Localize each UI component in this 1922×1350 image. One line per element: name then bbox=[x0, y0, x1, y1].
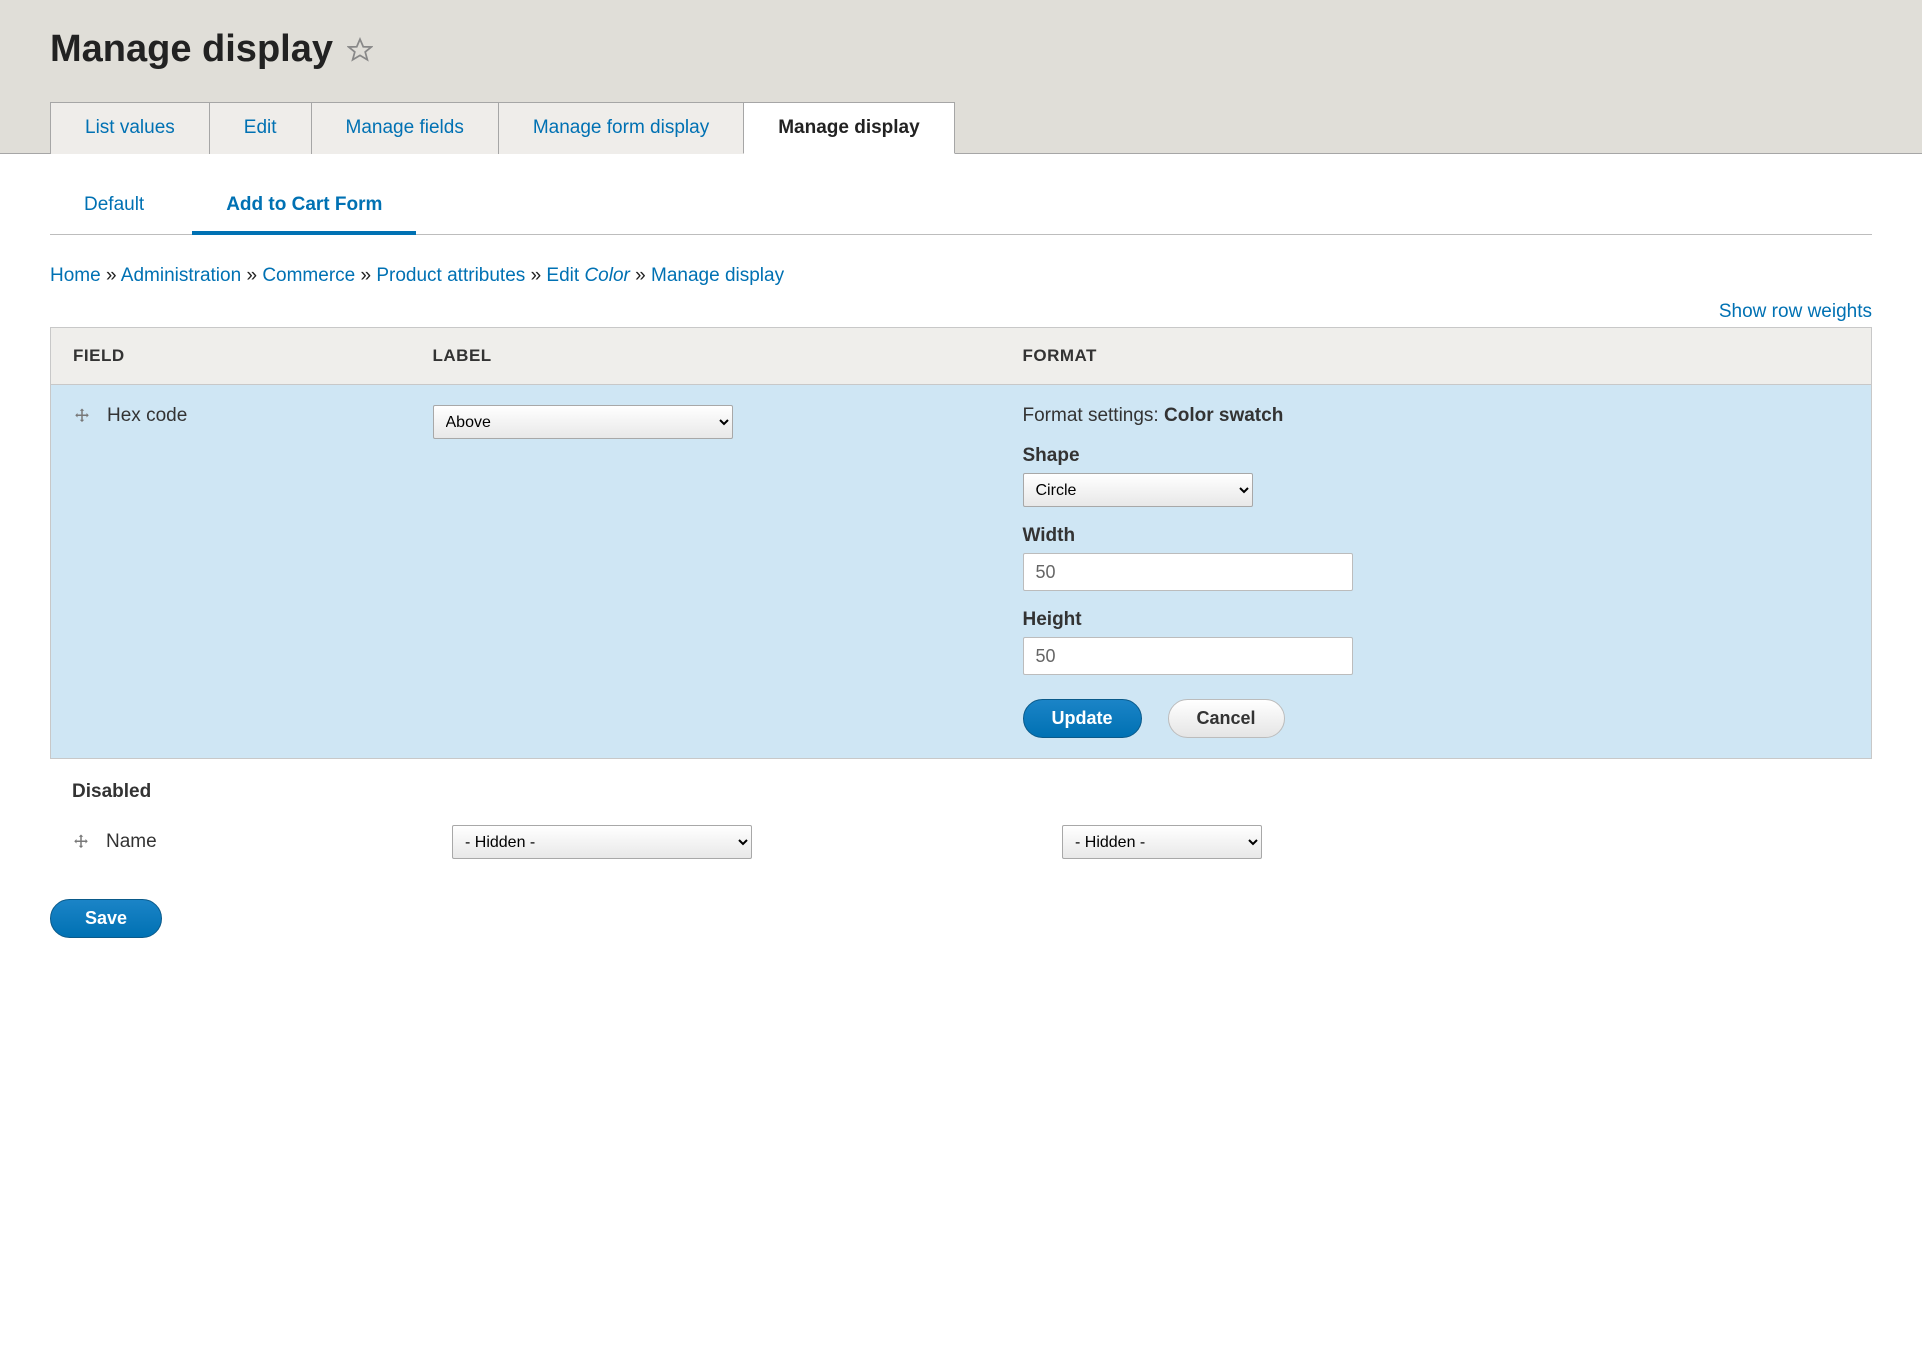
table-row-hex-code: Hex code Above Format settings: Color sw… bbox=[51, 385, 1872, 759]
crumb-home[interactable]: Home bbox=[50, 265, 101, 286]
subtab-default[interactable]: Default bbox=[50, 184, 178, 234]
cancel-button[interactable]: Cancel bbox=[1168, 699, 1285, 738]
height-label: Height bbox=[1023, 609, 1353, 631]
fields-table: FIELD LABEL FORMAT Hex code Above bbox=[50, 327, 1872, 759]
update-button[interactable]: Update bbox=[1023, 699, 1142, 738]
tab-list-values[interactable]: List values bbox=[50, 102, 210, 154]
breadcrumb: Home » Administration » Commerce » Produ… bbox=[50, 265, 1872, 287]
crumb-product-attributes[interactable]: Product attributes bbox=[376, 265, 525, 286]
format-settings-text: Format settings: Color swatch bbox=[1023, 405, 1353, 427]
tab-manage-display[interactable]: Manage display bbox=[743, 102, 955, 154]
height-input[interactable] bbox=[1023, 637, 1353, 675]
width-label: Width bbox=[1023, 525, 1353, 547]
crumb-manage-display[interactable]: Manage display bbox=[651, 265, 784, 286]
crumb-commerce[interactable]: Commerce bbox=[262, 265, 355, 286]
crumb-administration[interactable]: Administration bbox=[121, 265, 241, 286]
field-name: Hex code bbox=[107, 405, 187, 427]
shape-label: Shape bbox=[1023, 445, 1353, 467]
table-row-name: Name - Hidden - - Hidden - bbox=[50, 811, 1872, 881]
secondary-tabs: Default Add to Cart Form bbox=[50, 184, 1872, 235]
format-select-name[interactable]: - Hidden - bbox=[1062, 825, 1262, 859]
favorite-star-icon[interactable] bbox=[347, 37, 373, 63]
primary-tabs: List values Edit Manage fields Manage fo… bbox=[50, 101, 1872, 153]
crumb-edit-color[interactable]: Edit Color bbox=[546, 265, 629, 286]
tab-manage-fields[interactable]: Manage fields bbox=[311, 102, 499, 154]
save-button[interactable]: Save bbox=[50, 899, 162, 938]
label-select-name[interactable]: - Hidden - bbox=[452, 825, 752, 859]
label-select-hex[interactable]: Above bbox=[433, 405, 733, 439]
th-format: FORMAT bbox=[1001, 328, 1872, 385]
shape-select[interactable]: Circle bbox=[1023, 473, 1253, 507]
drag-handle-icon[interactable] bbox=[73, 407, 91, 425]
drag-handle-icon[interactable] bbox=[72, 833, 90, 851]
width-input[interactable] bbox=[1023, 553, 1353, 591]
show-row-weights-link[interactable]: Show row weights bbox=[1719, 301, 1872, 322]
tab-manage-form-display[interactable]: Manage form display bbox=[498, 102, 744, 154]
page-title: Manage display bbox=[50, 28, 333, 71]
disabled-heading: Disabled bbox=[50, 759, 1872, 811]
field-name: Name bbox=[106, 831, 157, 853]
th-field: FIELD bbox=[51, 328, 411, 385]
th-label: LABEL bbox=[411, 328, 1001, 385]
tab-edit[interactable]: Edit bbox=[209, 102, 312, 154]
subtab-add-to-cart[interactable]: Add to Cart Form bbox=[192, 184, 416, 234]
